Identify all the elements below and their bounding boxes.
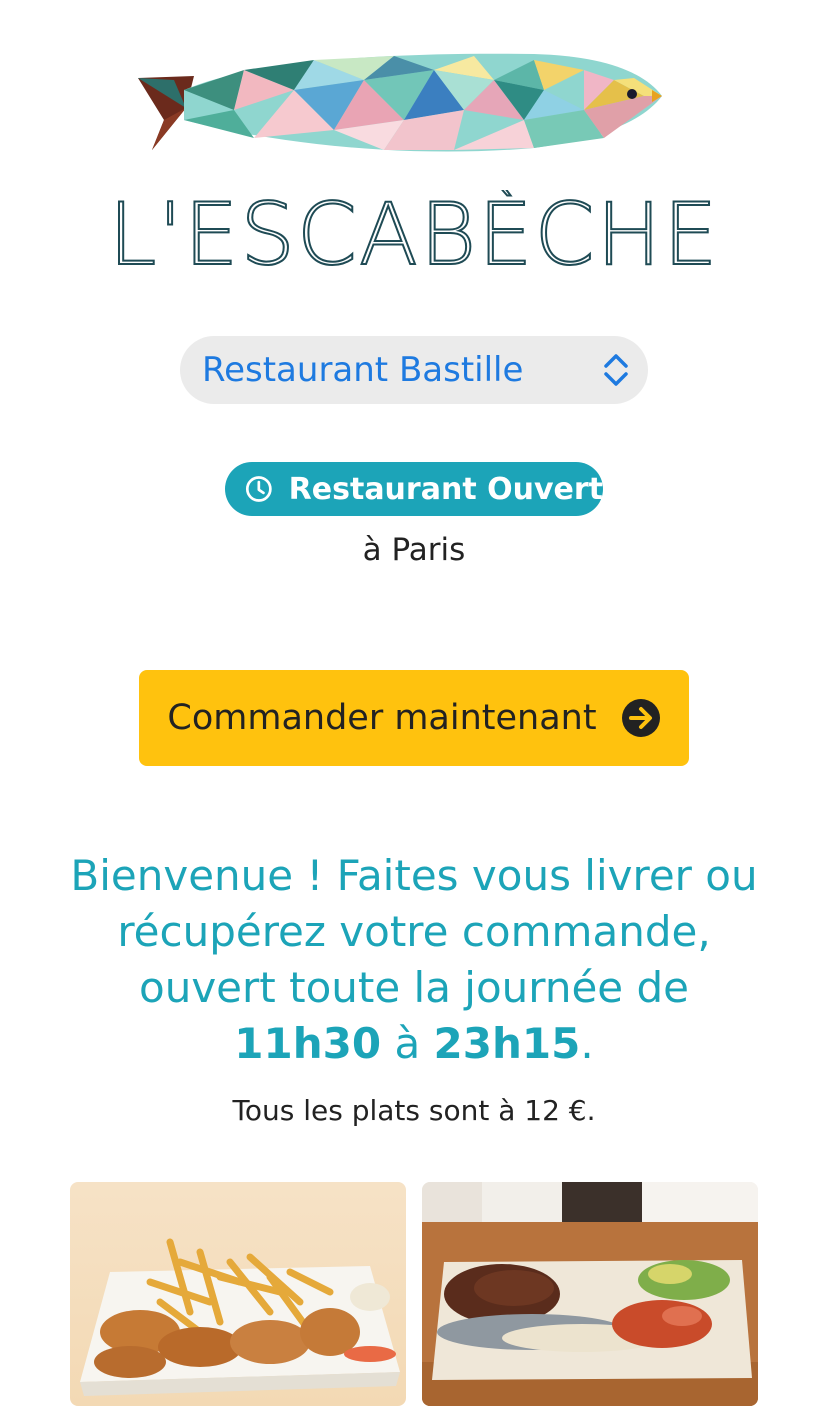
status-badge: Restaurant Ouvert bbox=[225, 462, 603, 516]
arrow-circle-right-icon bbox=[621, 699, 660, 737]
status-label: Restaurant Ouvert bbox=[288, 471, 603, 507]
brand-wordmark: L'ESCABÈCHE bbox=[100, 190, 728, 274]
welcome-message: Bienvenue ! Faites vous livrer ou récupé… bbox=[60, 848, 768, 1072]
welcome-prefix: Bienvenue ! Faites vous livrer ou récupé… bbox=[70, 851, 758, 1012]
dish-photo-fish-rice[interactable] bbox=[422, 1182, 758, 1406]
close-time: 23h15 bbox=[433, 1019, 581, 1068]
logo-fish-icon bbox=[134, 50, 664, 158]
restaurant-select[interactable]: Restaurant Bastille bbox=[180, 336, 648, 404]
dish-photo-fish-chips[interactable] bbox=[70, 1182, 406, 1406]
clock-icon bbox=[245, 476, 272, 502]
order-now-button[interactable]: Commander maintenant bbox=[139, 670, 689, 766]
welcome-suffix: . bbox=[580, 1019, 594, 1068]
restaurant-select-value: Restaurant Bastille bbox=[202, 350, 524, 390]
open-time: 11h30 bbox=[234, 1019, 382, 1068]
order-now-label: Commander maintenant bbox=[167, 698, 597, 738]
chevron-up-down-icon bbox=[604, 354, 628, 386]
brand-name: L'ESCABÈCHE bbox=[108, 190, 719, 274]
price-note: Tous les plats sont à 12 €. bbox=[232, 1094, 596, 1127]
city-label: à Paris bbox=[362, 532, 466, 568]
welcome-between: à bbox=[381, 1019, 434, 1068]
